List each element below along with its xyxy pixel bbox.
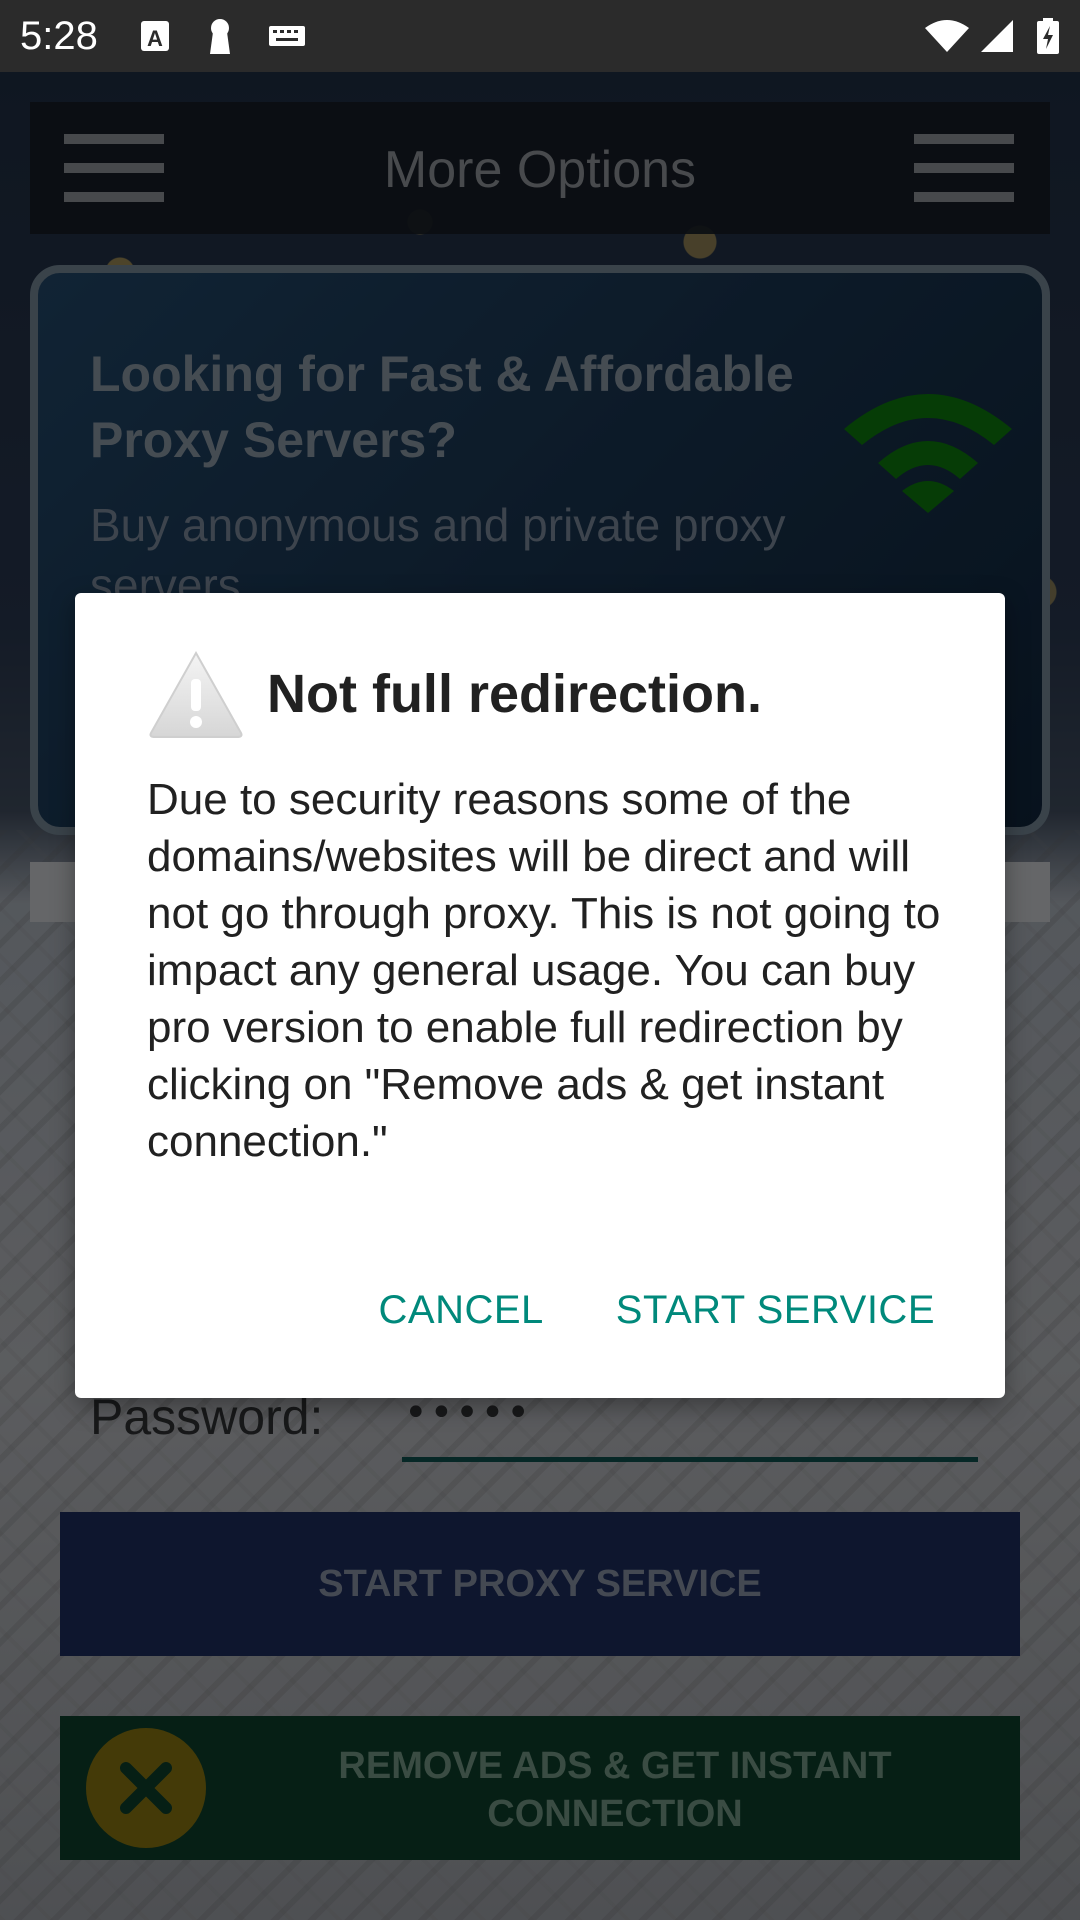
wifi-status-icon: [925, 20, 969, 52]
start-service-button[interactable]: START SERVICE: [616, 1288, 935, 1333]
dialog-message: Due to security reasons some of the doma…: [147, 775, 941, 1166]
keyhole-icon: [210, 19, 230, 54]
battery-charging-icon: [1037, 18, 1059, 54]
keyboard-icon: [269, 26, 305, 46]
alert-dialog: Not full redirection. Due to security re…: [75, 593, 1005, 1398]
status-bar: 5:28 A: [0, 0, 1080, 72]
dialog-actions: CANCEL START SERVICE: [379, 1288, 935, 1333]
cancel-button[interactable]: CANCEL: [379, 1288, 544, 1333]
warning-icon: [149, 650, 243, 738]
status-time: 5:28: [20, 14, 98, 58]
signal-icon: [981, 20, 1013, 52]
notification-a-icon: A: [141, 21, 169, 51]
dialog-title: Not full redirection.: [267, 664, 763, 724]
svg-text:A: A: [147, 26, 163, 51]
